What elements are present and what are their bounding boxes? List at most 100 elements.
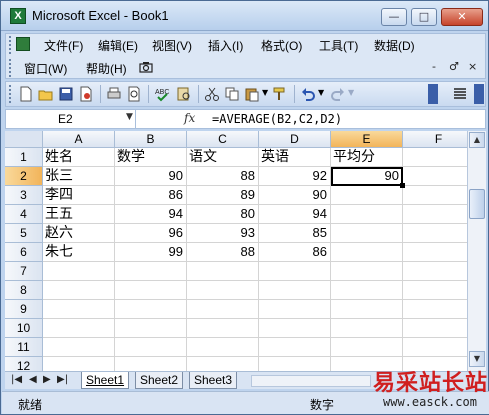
cell-c7[interactable]	[187, 262, 259, 281]
cell-d1[interactable]: 英语	[259, 148, 331, 167]
cell-f4[interactable]	[403, 205, 467, 224]
cell-a6[interactable]: 朱七	[43, 243, 115, 262]
doc-restore-button[interactable]: ♂	[449, 60, 459, 73]
cell-e6[interactable]	[331, 243, 403, 262]
row-header-1[interactable]: 1	[5, 148, 43, 167]
cell-e3[interactable]	[331, 186, 403, 205]
cell-d11[interactable]	[259, 338, 331, 357]
cell-f1[interactable]	[403, 148, 467, 167]
menu-insert[interactable]: 插入(I)	[208, 37, 243, 54]
row-header-5[interactable]: 5	[5, 224, 43, 243]
cell-c9[interactable]	[187, 300, 259, 319]
cell-c10[interactable]	[187, 319, 259, 338]
cell-a7[interactable]	[43, 262, 115, 281]
cell-b9[interactable]	[115, 300, 187, 319]
cell-f3[interactable]	[403, 186, 467, 205]
name-box[interactable]: E2 ▼	[6, 110, 136, 128]
row-header-11[interactable]: 11	[5, 338, 43, 357]
cell-b11[interactable]	[115, 338, 187, 357]
cell-f10[interactable]	[403, 319, 467, 338]
close-button[interactable]: ✕	[441, 8, 483, 26]
toolbar-grip-icon[interactable]	[9, 85, 12, 103]
copy-icon[interactable]	[224, 86, 240, 102]
cell-d6[interactable]: 86	[259, 243, 331, 262]
cut-icon[interactable]	[204, 86, 220, 102]
column-header-a[interactable]: A	[43, 131, 115, 148]
row-header-10[interactable]: 10	[5, 319, 43, 338]
align-icon[interactable]	[452, 86, 468, 102]
tab-sheet2[interactable]: Sheet2	[135, 372, 184, 389]
redo-icon[interactable]	[330, 86, 346, 102]
save-icon[interactable]	[58, 86, 74, 102]
redo-dropdown-icon[interactable]: ▼	[348, 88, 354, 97]
cell-e11[interactable]	[331, 338, 403, 357]
row-header-6[interactable]: 6	[5, 243, 43, 262]
cell-a11[interactable]	[43, 338, 115, 357]
row-header-8[interactable]: 8	[5, 281, 43, 300]
cell-c1[interactable]: 语文	[187, 148, 259, 167]
cell-b6[interactable]: 99	[115, 243, 187, 262]
cell-a1[interactable]: 姓名	[43, 148, 115, 167]
cell-b12[interactable]	[115, 357, 187, 371]
document-icon[interactable]	[16, 37, 30, 51]
horizontal-scrollbar[interactable]	[251, 375, 371, 387]
insert-function-button[interactable]: fx	[184, 111, 195, 125]
last-sheet-button[interactable]: ▶|	[57, 374, 68, 385]
cell-e2[interactable]: 90	[331, 167, 403, 186]
cell-b5[interactable]: 96	[115, 224, 187, 243]
cell-f5[interactable]	[403, 224, 467, 243]
row-header-3[interactable]: 3	[5, 186, 43, 205]
cell-b10[interactable]	[115, 319, 187, 338]
cell-d10[interactable]	[259, 319, 331, 338]
worksheet-grid[interactable]: A B C D E F 1 姓名 数学 语文 英语 平均分 2 张三 90 88 92 90 3 李四 86…	[5, 131, 467, 371]
spelling-icon[interactable]: ABC	[154, 86, 170, 102]
undo-dropdown-icon[interactable]: ▼	[318, 88, 324, 97]
cell-e7[interactable]	[331, 262, 403, 281]
doc-minimize-button[interactable]: -	[432, 60, 436, 73]
column-header-b[interactable]: B	[115, 131, 187, 148]
new-icon[interactable]	[18, 86, 34, 102]
paste-icon[interactable]	[244, 86, 260, 102]
cell-d8[interactable]	[259, 281, 331, 300]
cell-d7[interactable]	[259, 262, 331, 281]
cell-e10[interactable]	[331, 319, 403, 338]
restore-button[interactable]: □	[411, 8, 437, 26]
menu-data[interactable]: 数据(D)	[374, 37, 415, 54]
menu-edit[interactable]: 编辑(E)	[98, 37, 138, 54]
row-header-7[interactable]: 7	[5, 262, 43, 281]
action-icon[interactable]	[138, 61, 154, 75]
menu-grip-icon-2[interactable]	[9, 59, 12, 77]
cell-c12[interactable]	[187, 357, 259, 371]
minimize-button[interactable]: —	[381, 8, 407, 26]
menu-tools[interactable]: 工具(T)	[319, 37, 358, 54]
open-icon[interactable]	[38, 86, 54, 102]
cell-a3[interactable]: 李四	[43, 186, 115, 205]
cell-a12[interactable]	[43, 357, 115, 371]
cell-c3[interactable]: 89	[187, 186, 259, 205]
print-preview-icon[interactable]	[126, 86, 142, 102]
cell-c2[interactable]: 88	[187, 167, 259, 186]
title-bar[interactable]: X Microsoft Excel - Book1 — □ ✕	[1, 1, 488, 31]
cell-e1[interactable]: 平均分	[331, 148, 403, 167]
cell-e4[interactable]	[331, 205, 403, 224]
cell-e5[interactable]	[331, 224, 403, 243]
format-painter-icon[interactable]	[272, 86, 288, 102]
cell-a2[interactable]: 张三	[43, 167, 115, 186]
cell-e8[interactable]	[331, 281, 403, 300]
cell-d3[interactable]: 90	[259, 186, 331, 205]
print-icon[interactable]	[106, 86, 122, 102]
row-header-2[interactable]: 2	[5, 167, 43, 186]
cell-a10[interactable]	[43, 319, 115, 338]
vertical-scrollbar[interactable]: ▲ ▼	[467, 131, 486, 371]
cell-c6[interactable]: 88	[187, 243, 259, 262]
cell-b8[interactable]	[115, 281, 187, 300]
column-header-e[interactable]: E	[331, 131, 403, 148]
cell-f6[interactable]	[403, 243, 467, 262]
cell-d9[interactable]	[259, 300, 331, 319]
next-sheet-button[interactable]: ▶	[43, 374, 51, 385]
column-header-f[interactable]: F	[403, 131, 467, 148]
scroll-thumb[interactable]	[469, 189, 485, 219]
cell-c5[interactable]: 93	[187, 224, 259, 243]
cell-c4[interactable]: 80	[187, 205, 259, 224]
research-icon[interactable]	[176, 86, 192, 102]
